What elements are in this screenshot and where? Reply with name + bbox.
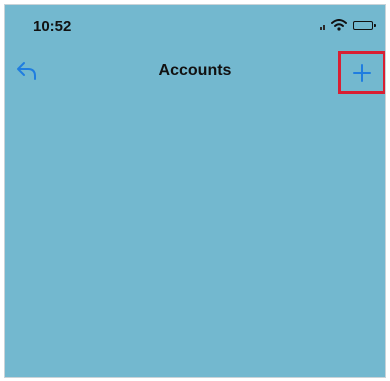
accounts-list [5,93,385,377]
add-account-button[interactable] [338,51,385,94]
phone-screen: 10:52 Accounts [4,4,386,378]
status-bar: 10:52 [5,5,385,49]
wifi-icon [331,19,347,31]
plus-icon [353,63,371,82]
status-icons [320,19,376,31]
navigation-bar: Accounts [5,49,385,94]
status-time: 10:52 [33,18,72,35]
cellular-signal-icon [320,20,325,30]
page-title: Accounts [158,62,232,79]
battery-icon [353,20,376,30]
